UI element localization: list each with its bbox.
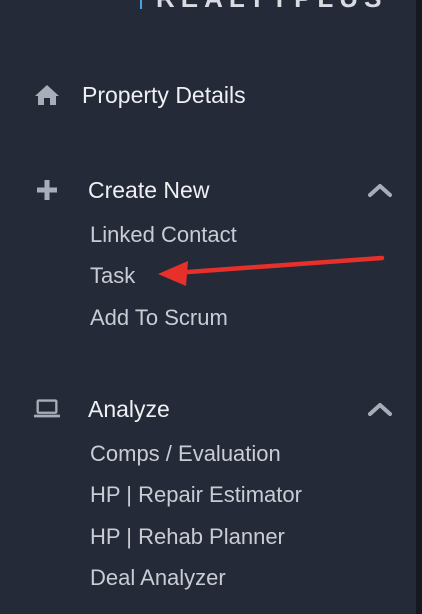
submenu-item-comps-evaluation[interactable]: Comps / Evaluation	[90, 439, 281, 469]
logo[interactable]: REALTYPLUS	[140, 0, 387, 13]
logo-text: REALTYPLUS	[156, 0, 387, 14]
annotation-arrow	[158, 255, 385, 286]
nav-item-analyze[interactable]: Analyze	[0, 389, 416, 429]
sidebar-edge	[416, 0, 422, 614]
submenu-item-repair-estimator[interactable]: HP | Repair Estimator	[90, 480, 302, 510]
home-icon	[33, 81, 61, 109]
nav-item-property-details[interactable]: Property Details	[0, 75, 416, 115]
laptop-icon	[33, 395, 61, 423]
submenu-item-rehab-planner[interactable]: HP | Rehab Planner	[90, 522, 285, 552]
sidebar: REALTYPLUS Property Details Create New L…	[0, 0, 422, 614]
submenu-item-add-to-scrum[interactable]: Add To Scrum	[90, 303, 228, 333]
nav-label-analyze: Analyze	[88, 395, 170, 422]
submenu-item-task[interactable]: Task	[90, 261, 135, 291]
plus-icon	[33, 176, 61, 204]
nav-item-create-new[interactable]: Create New	[0, 170, 416, 210]
nav-label-create-new: Create New	[88, 176, 210, 203]
submenu-item-deal-analyzer[interactable]: Deal Analyzer	[90, 563, 226, 593]
logo-mark	[140, 0, 142, 9]
chevron-up-icon[interactable]	[366, 180, 394, 200]
chevron-up-icon[interactable]	[366, 399, 394, 419]
nav-label-property-details: Property Details	[82, 81, 246, 108]
